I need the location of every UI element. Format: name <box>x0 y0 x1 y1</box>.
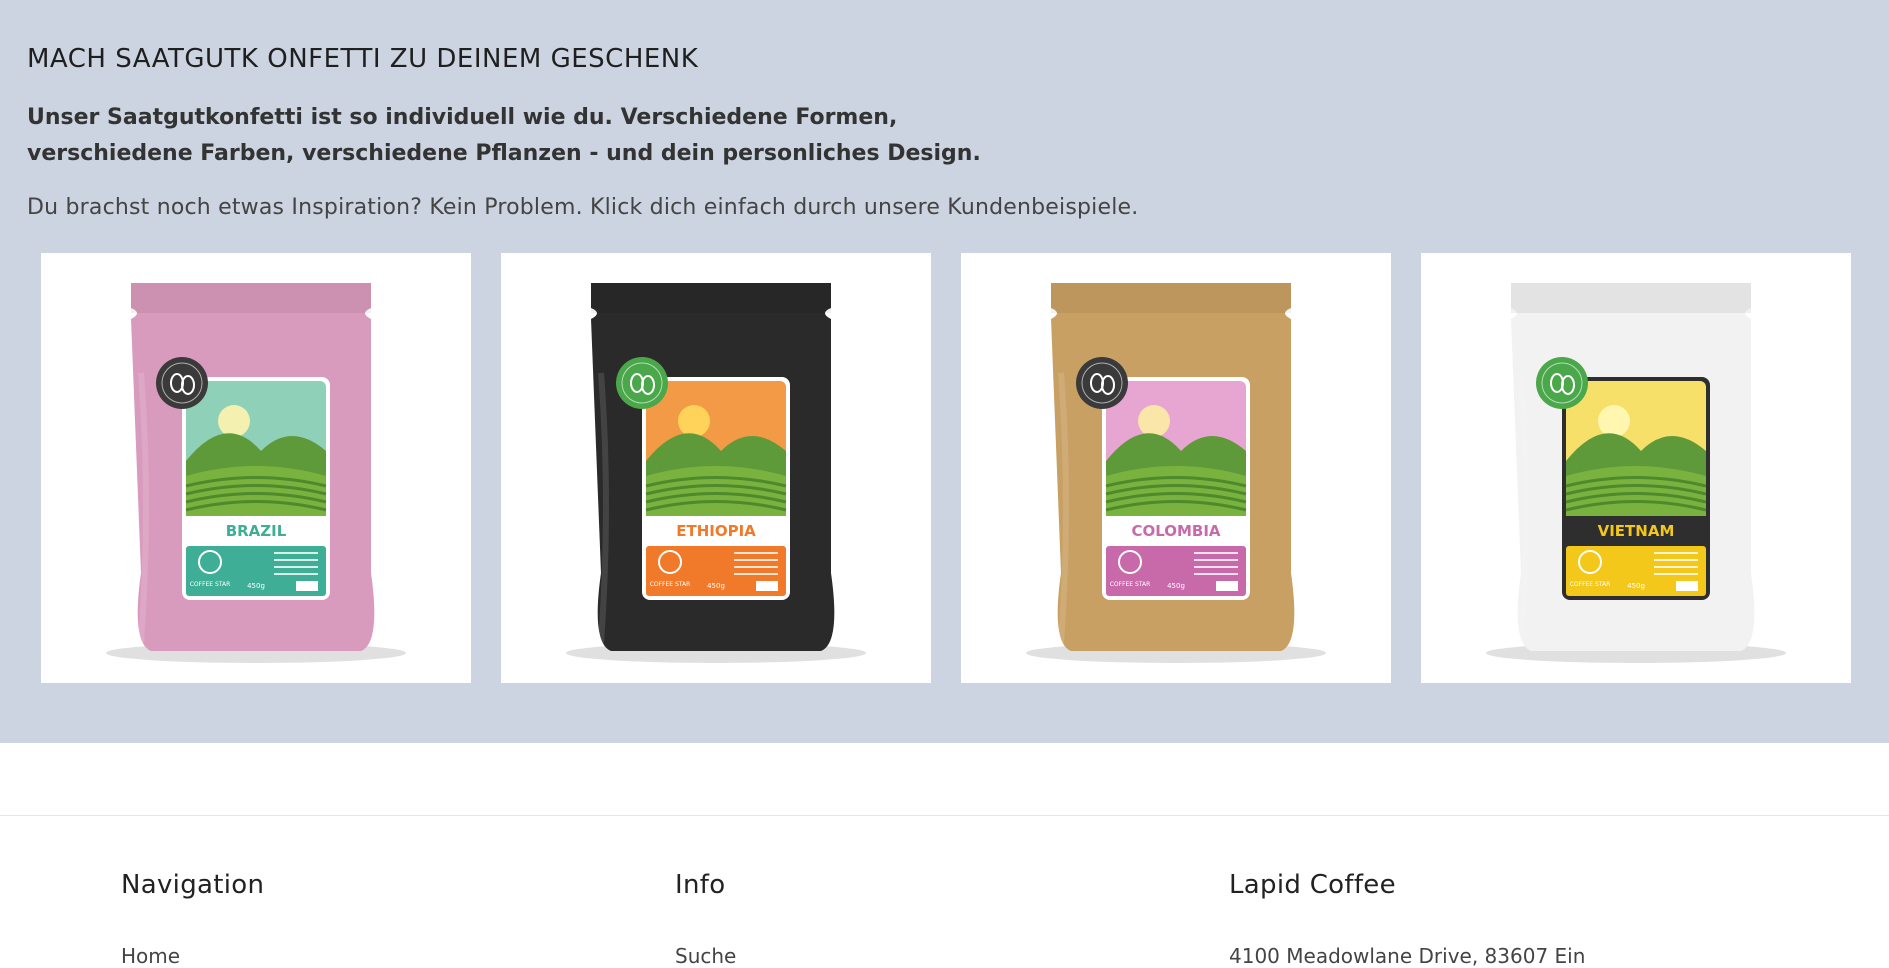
product-name-label: ETHIOPIA <box>676 522 756 540</box>
section-subtitle: Du brachst noch etwas Inspiration? Kein … <box>27 195 1139 220</box>
footer-company: Lapid Coffee 4100 Meadowlane Drive, 8360… <box>1229 870 1585 968</box>
brand-label: COFFEE STAR <box>1570 581 1611 588</box>
weight-label: 450g <box>707 582 725 590</box>
product-card-colombia[interactable]: COLOMBIA COFFEE STAR 450g <box>961 253 1391 683</box>
weight-label: 450g <box>1167 582 1185 590</box>
footer-divider <box>0 815 1889 816</box>
lead-line-2: verschiedene Farben, verschiedene Pflanz… <box>27 141 981 166</box>
section-title: MACH SAATGUTK ONFETTI ZU DEINEM GESCHENK <box>27 44 699 74</box>
footer-navigation-title: Navigation <box>121 870 265 900</box>
product-card-brazil[interactable]: BRAZIL COFFEE STAR 450g <box>41 253 471 683</box>
brand-label: COFFEE STAR <box>190 581 231 588</box>
product-card-vietnam[interactable]: VIETNAM COFFEE STAR 450g <box>1421 253 1851 683</box>
footer-info-title: Info <box>675 870 726 900</box>
footer-link-home[interactable]: Home <box>121 944 180 968</box>
section-lead: Unser Saatgutkonfetti ist so individuell… <box>27 100 987 172</box>
brand-label: COFFEE STAR <box>1110 581 1151 588</box>
coffee-bag-image: VIETNAM COFFEE STAR 450g <box>1486 283 1786 663</box>
product-name-label: VIETNAM <box>1598 522 1675 540</box>
lead-line-1: Unser Saatgutkonfetti ist so individuell… <box>27 105 898 130</box>
coffee-bag-image: ETHIOPIA COFFEE STAR 450g <box>566 283 866 663</box>
footer-link-search[interactable]: Suche <box>675 944 736 968</box>
coffee-bag-image: BRAZIL COFFEE STAR 450g <box>106 283 406 663</box>
weight-label: 450g <box>247 582 265 590</box>
footer-info: Info Suche <box>675 870 736 968</box>
product-name-label: BRAZIL <box>226 522 287 540</box>
brand-label: COFFEE STAR <box>650 581 691 588</box>
weight-label: 450g <box>1627 582 1645 590</box>
coffee-bag-image: COLOMBIA COFFEE STAR 450g <box>1026 283 1326 663</box>
product-name-label: COLOMBIA <box>1131 522 1220 540</box>
footer-company-title: Lapid Coffee <box>1229 870 1396 900</box>
footer-navigation: Navigation Home <box>121 870 265 968</box>
product-card-ethiopia[interactable]: ETHIOPIA COFFEE STAR 450g <box>501 253 931 683</box>
footer-address: 4100 Meadowlane Drive, 83607 Ein <box>1229 944 1586 968</box>
